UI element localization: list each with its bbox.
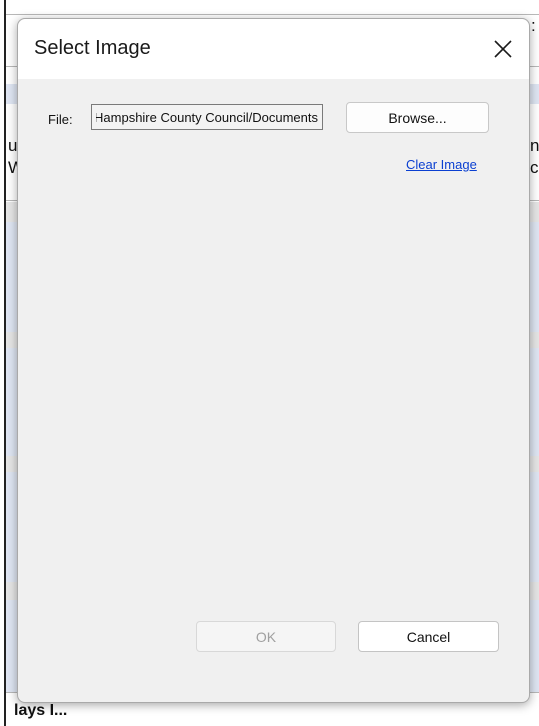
background-divider [6, 14, 539, 15]
background-row-label: lays I... [14, 702, 68, 719]
cancel-button[interactable]: Cancel [358, 621, 499, 652]
file-label: File: [48, 112, 73, 127]
background-text-fragment: : [531, 16, 536, 35]
select-image-dialog: Select Image File: Browse... Clear Image… [17, 18, 530, 703]
ok-button[interactable]: OK [196, 621, 336, 652]
dialog-titlebar: Select Image [18, 19, 529, 79]
dialog-title: Select Image [34, 37, 151, 59]
close-button[interactable] [485, 31, 521, 67]
browse-button[interactable]: Browse... [346, 102, 489, 133]
close-icon [494, 40, 512, 58]
background-text-fragment: c [530, 158, 539, 177]
clear-image-link[interactable]: Clear Image [406, 157, 477, 172]
file-path-field[interactable] [91, 104, 323, 130]
background-text-fragment: n [530, 136, 539, 155]
